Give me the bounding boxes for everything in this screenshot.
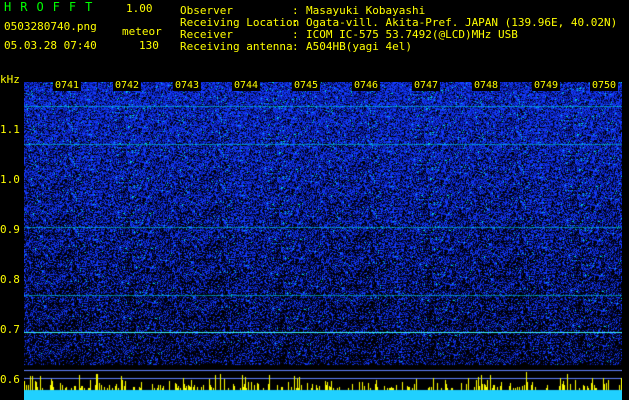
y-tick-label: 0.7 — [0, 323, 20, 336]
x-tick-label: 0744 — [231, 80, 261, 91]
file-name: 0503280740.png — [4, 20, 97, 33]
app-title: HROFFT — [4, 0, 102, 14]
x-tick-label: 0746 — [351, 80, 381, 91]
plot-right-border — [622, 82, 629, 400]
x-tick-label: 0742 — [112, 80, 142, 91]
x-tick-label: 0750 — [589, 80, 619, 91]
x-tick-label: 0741 — [52, 80, 82, 91]
x-tick-label: 0743 — [172, 80, 202, 91]
app-version: 1.00 — [126, 2, 153, 15]
info-row-antenna: Receiving antenna: A504HB(yagi 4el) — [180, 40, 412, 53]
spectrogram-plot — [24, 82, 622, 400]
y-tick-label: 0.6 — [0, 373, 20, 386]
x-tick-label: 0748 — [471, 80, 501, 91]
info-value: A504HB(yagi 4el) — [306, 40, 412, 53]
x-tick-label: 0745 — [291, 80, 321, 91]
info-label: Receiving antenna — [180, 40, 293, 53]
y-tick-label: 1.0 — [0, 173, 20, 186]
mode-label: meteor — [122, 25, 162, 38]
x-tick-label: 0747 — [411, 80, 441, 91]
meteor-count: 130 — [139, 39, 159, 52]
y-tick-label: 1.1 — [0, 123, 20, 136]
y-tick-label: 0.8 — [0, 273, 20, 286]
y-tick-label: 0.9 — [0, 223, 20, 236]
y-axis-unit: kHz — [0, 73, 20, 86]
x-tick-label: 0749 — [531, 80, 561, 91]
spectrogram-canvas — [24, 82, 622, 400]
date-time: 05.03.28 07:40 — [4, 39, 97, 52]
